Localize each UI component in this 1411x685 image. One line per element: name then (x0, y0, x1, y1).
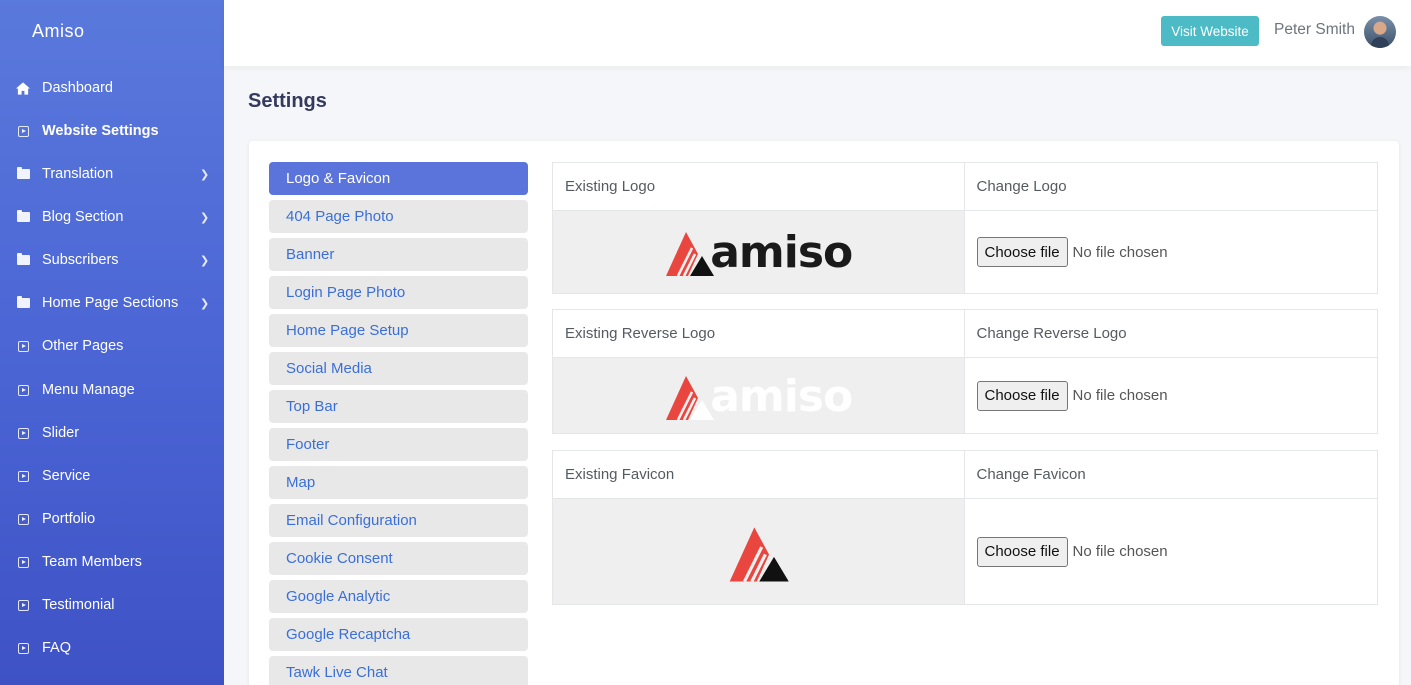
square-arrow-icon (16, 555, 30, 569)
tab-social-media[interactable]: Social Media (269, 352, 528, 385)
user-name[interactable]: Peter Smith (1274, 21, 1355, 39)
tab-home-page-setup[interactable]: Home Page Setup (269, 314, 528, 347)
sidebar-item-menu-manage[interactable]: Menu Manage (0, 375, 224, 405)
sidebar-item-label: Dashboard (42, 80, 113, 96)
chevron-right-icon: ❯ (200, 297, 210, 310)
logo-table: Existing Favicon Change Favicon Choose f… (552, 450, 1378, 605)
logo-preview: amiso (664, 370, 853, 422)
user-avatar[interactable] (1364, 16, 1396, 48)
square-arrow-icon (16, 469, 30, 483)
choose-file-button[interactable]: Choose file (976, 380, 1068, 411)
logo-mark-icon (729, 526, 790, 582)
change-label: Change Logo (964, 163, 1377, 211)
existing-image-cell: amiso (553, 358, 965, 433)
tab-google-analytic[interactable]: Google Analytic (269, 580, 528, 613)
sidebar-item-label: Subscribers (42, 252, 119, 268)
settings-card: Logo & Favicon 404 Page Photo Banner Login … (249, 141, 1399, 685)
logo-table: Existing Reverse Logo Change Reverse Log… (552, 309, 1378, 434)
change-label: Change Reverse Logo (964, 310, 1377, 358)
sidebar-item-label: Service (42, 468, 91, 484)
file-input[interactable]: Choose file No file chosen (965, 211, 1378, 293)
tab-map[interactable]: Map (269, 466, 528, 499)
sidebar-item-subscribers[interactable]: Subscribers ❯ (0, 245, 224, 275)
logo-mark-icon (666, 375, 715, 421)
chevron-right-icon: ❯ (200, 168, 210, 181)
logo-wordmark: amiso (710, 370, 853, 422)
sidebar-item-team-members[interactable]: Team Members (0, 547, 224, 577)
logo-mark-icon (666, 232, 715, 277)
tab-top-bar[interactable]: Top Bar (269, 390, 528, 423)
top-header: Visit Website Peter Smith (224, 0, 1411, 66)
sidebar-item-testimonial[interactable]: Testimonial (0, 590, 224, 620)
chevron-right-icon: ❯ (200, 254, 210, 267)
tab-cookie-consent[interactable]: Cookie Consent (269, 542, 528, 575)
sidebar-item-blog-section[interactable]: Blog Section ❯ (0, 202, 224, 232)
change-label: Change Favicon (964, 451, 1377, 499)
page-title: Settings (248, 90, 327, 112)
logo-table: Existing Logo Change Logo amiso Choose f… (552, 162, 1378, 294)
file-status: No file chosen (1072, 387, 1168, 404)
folder-icon (16, 167, 30, 181)
sidebar-item-dashboard[interactable]: Dashboard (0, 73, 224, 103)
square-arrow-icon (16, 383, 30, 397)
square-arrow-icon (16, 426, 30, 440)
sidebar-item-faq[interactable]: FAQ (0, 633, 224, 663)
folder-icon (16, 253, 30, 267)
sidebar-item-label: Other Pages (42, 338, 124, 354)
file-input[interactable]: Choose file No file chosen (965, 499, 1378, 604)
square-arrow-icon (16, 641, 30, 655)
sidebar-item-label: Website Settings (42, 123, 159, 139)
sidebar-item-service[interactable]: Service (0, 461, 224, 491)
tab-tawk-live-chat[interactable]: Tawk Live Chat (269, 656, 528, 685)
tab-email-configuration[interactable]: Email Configuration (269, 504, 528, 537)
existing-label: Existing Logo (553, 163, 965, 211)
tab-footer[interactable]: Footer (269, 428, 528, 461)
sidebar-item-slider[interactable]: Slider (0, 418, 224, 448)
square-arrow-icon (16, 339, 30, 353)
sidebar-item-label: Portfolio (42, 511, 96, 527)
tab-banner[interactable]: Banner (269, 238, 528, 271)
folder-icon (16, 210, 30, 224)
logo-wordmark: amiso (710, 227, 853, 278)
file-status: No file chosen (1072, 543, 1168, 560)
sidebar-item-label: Blog Section (42, 209, 124, 225)
file-status: No file chosen (1072, 243, 1168, 261)
sidebar-item-translation[interactable]: Translation ❯ (0, 159, 224, 189)
logo-preview: amiso (664, 226, 853, 278)
sidebar-item-label: FAQ (42, 640, 72, 656)
sidebar-item-website-settings[interactable]: Website Settings (0, 116, 224, 146)
sidebar-item-home-page-sections[interactable]: Home Page Sections ❯ (0, 288, 224, 318)
tab-logo-favicon[interactable]: Logo & Favicon (269, 162, 528, 195)
sidebar-item-label: Translation (42, 166, 114, 182)
square-arrow-icon (16, 124, 30, 138)
file-input[interactable]: Choose file No file chosen (965, 358, 1378, 433)
sidebar-item-label: Slider (42, 425, 80, 441)
sidebar-item-label: Team Members (42, 554, 142, 570)
existing-image-cell: amiso (553, 211, 965, 293)
home-icon (16, 81, 30, 95)
tab-google-recaptcha[interactable]: Google Recaptcha (269, 618, 528, 651)
choose-file-button[interactable]: Choose file (976, 237, 1068, 267)
sidebar-item-label: Testimonial (42, 597, 115, 613)
existing-image-cell (553, 499, 965, 604)
sidebar: Amiso Dashboard Website Settings Translati… (0, 0, 224, 685)
tab-404-page-photo[interactable]: 404 Page Photo (269, 200, 528, 233)
tab-login-page-photo[interactable]: Login Page Photo (269, 276, 528, 309)
sidebar-item-portfolio[interactable]: Portfolio (0, 504, 224, 534)
folder-icon (16, 296, 30, 310)
choose-file-button[interactable]: Choose file (976, 536, 1068, 567)
sidebar-item-label: Menu Manage (42, 382, 135, 398)
sidebar-brand[interactable]: Amiso (0, 0, 224, 62)
existing-label: Existing Favicon (553, 451, 965, 499)
square-arrow-icon (16, 512, 30, 526)
existing-label: Existing Reverse Logo (553, 310, 965, 358)
visit-website-button[interactable]: Visit Website (1161, 16, 1259, 46)
sidebar-item-label: Home Page Sections (42, 295, 179, 311)
chevron-right-icon: ❯ (200, 211, 210, 224)
square-arrow-icon (16, 598, 30, 612)
favicon-preview (720, 520, 796, 584)
sidebar-item-other-pages[interactable]: Other Pages (0, 331, 224, 361)
